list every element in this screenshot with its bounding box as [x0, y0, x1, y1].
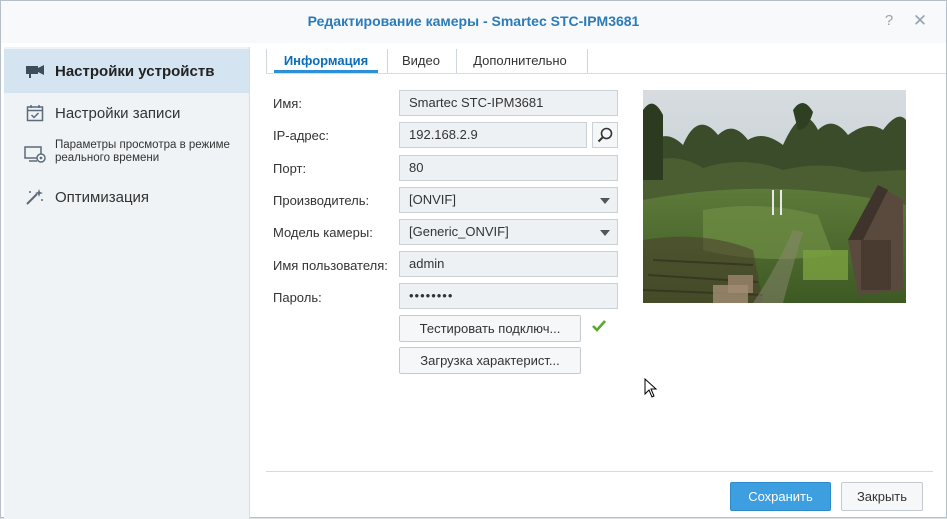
- check-icon: [592, 320, 606, 332]
- model-value: [Generic_ONVIF]: [409, 224, 509, 239]
- load-capabilities-button[interactable]: Загрузка характерист...: [399, 347, 581, 374]
- monitor-camera-icon: [24, 144, 46, 164]
- ip-label: IP-адрес:: [273, 128, 329, 143]
- camera-icon: [24, 61, 46, 81]
- tab-bar: Информация Видео Дополнительно: [266, 47, 946, 74]
- help-icon[interactable]: ?: [880, 12, 898, 30]
- edit-camera-dialog: Редактирование камеры - Smartec STC-IPM3…: [0, 0, 947, 519]
- dialog-title: Редактирование камеры - Smartec STC-IPM3…: [307, 13, 640, 29]
- model-select[interactable]: [Generic_ONVIF]: [399, 219, 618, 245]
- port-field[interactable]: 80: [399, 155, 618, 181]
- tab-advanced[interactable]: Дополнительно: [461, 47, 579, 73]
- name-field[interactable]: Smartec STC-IPM3681: [399, 90, 618, 116]
- tab-divider: [387, 49, 388, 73]
- chevron-down-icon: [600, 230, 610, 236]
- ip-field[interactable]: 192.168.2.9: [399, 122, 587, 148]
- test-connection-button[interactable]: Тестировать подключ...: [399, 315, 581, 342]
- username-label: Имя пользователя:: [273, 258, 388, 273]
- password-label: Пароль:: [273, 290, 322, 305]
- sidebar: Настройки устройств Настройки записи Пар…: [4, 47, 250, 519]
- sidebar-item-optimization[interactable]: Оптимизация: [4, 175, 249, 219]
- model-label: Модель камеры:: [273, 225, 373, 240]
- tab-divider: [456, 49, 457, 73]
- password-field[interactable]: ••••••••: [399, 283, 618, 309]
- footer-divider: [266, 471, 933, 472]
- sidebar-item-label: Параметры просмотра в режиме реального в…: [55, 139, 230, 164]
- title-bar: Редактирование камеры - Smartec STC-IPM3…: [1, 1, 946, 43]
- sidebar-item-device-settings[interactable]: Настройки устройств: [4, 49, 249, 93]
- tab-divider: [266, 49, 267, 73]
- name-label: Имя:: [273, 96, 302, 111]
- tab-divider: [587, 49, 588, 73]
- ip-search-button[interactable]: [592, 122, 618, 148]
- close-button[interactable]: Закрыть: [841, 482, 923, 511]
- magic-wand-icon: [24, 187, 46, 207]
- sidebar-item-label: Оптимизация: [55, 189, 150, 206]
- chevron-down-icon: [600, 198, 610, 204]
- sidebar-item-recording-settings[interactable]: Настройки записи: [4, 91, 249, 135]
- tab-video[interactable]: Видео: [390, 47, 452, 73]
- manufacturer-select[interactable]: [ONVIF]: [399, 187, 618, 213]
- manufacturer-value: [ONVIF]: [409, 192, 456, 207]
- camera-preview-image: [643, 90, 906, 303]
- mouse-cursor-icon: [644, 378, 658, 398]
- close-icon[interactable]: ✕: [911, 12, 929, 30]
- sidebar-item-label: Настройки устройств: [55, 63, 215, 80]
- port-label: Порт:: [273, 161, 307, 176]
- sidebar-item-liveview-params[interactable]: Параметры просмотра в режиме реального в…: [4, 133, 249, 175]
- manufacturer-label: Производитель:: [273, 193, 370, 208]
- calendar-check-icon: [24, 103, 46, 123]
- search-icon: [597, 127, 613, 143]
- username-field[interactable]: admin: [399, 251, 618, 277]
- save-button[interactable]: Сохранить: [730, 482, 831, 511]
- sidebar-item-label: Настройки записи: [55, 105, 181, 122]
- tab-information[interactable]: Информация: [274, 47, 378, 73]
